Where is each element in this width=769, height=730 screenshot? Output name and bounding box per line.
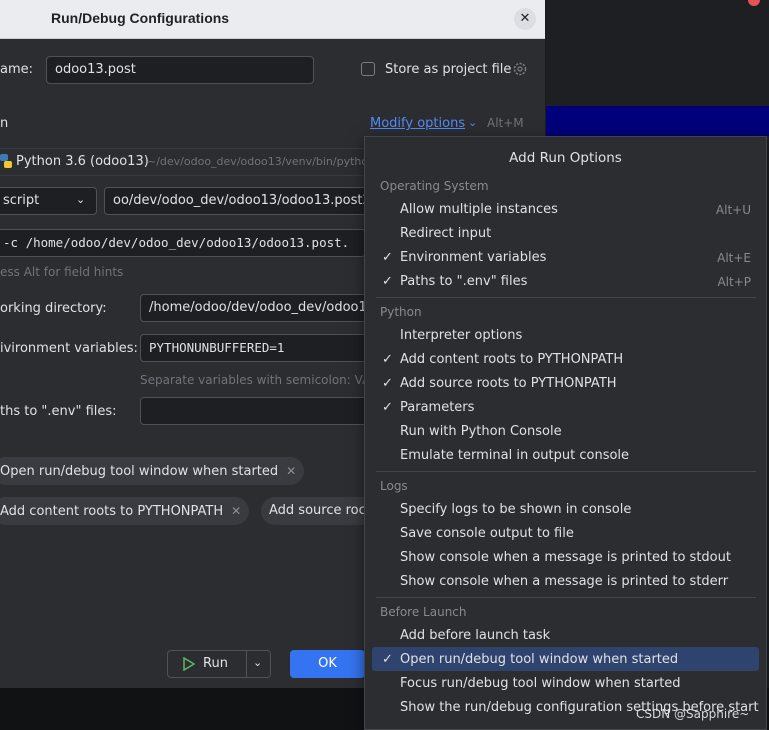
- menu-item-env-files[interactable]: Paths to ".env" files: [400, 274, 527, 289]
- section-python: Python: [380, 305, 422, 319]
- menu-item-environment-variables[interactable]: Environment variables: [400, 250, 546, 265]
- menu-item-content-roots[interactable]: Add content roots to PYTHONPATH: [400, 352, 623, 367]
- chip-label: Add source roc: [269, 503, 366, 518]
- gear-icon[interactable]: [512, 61, 528, 77]
- popup-title: Add Run Options: [509, 150, 622, 166]
- interpreter-path: ~/dev/odoo_dev/odoo13/venv/bin/python: [147, 155, 376, 168]
- run-button-label[interactable]: Run: [203, 656, 228, 671]
- separator: [376, 471, 756, 472]
- parameters-input[interactable]: -c /home/odoo/dev/odoo_dev/odoo13/odoo13…: [0, 229, 366, 257]
- menu-item-parameters[interactable]: Parameters: [400, 400, 474, 415]
- environment-variables-label: ivironment variables:: [0, 341, 138, 356]
- menu-item-save-output[interactable]: Save console output to file: [400, 526, 574, 541]
- chevron-down-icon[interactable]: ⌄: [468, 116, 477, 129]
- check-icon: ✓: [382, 376, 393, 391]
- chevron-down-icon[interactable]: ⌄: [253, 656, 262, 669]
- chevron-down-icon[interactable]: ⌄: [76, 193, 85, 206]
- run-button-divider: [246, 651, 247, 677]
- modify-options-link[interactable]: Modify options: [370, 116, 465, 131]
- chip-open-run-window[interactable]: Open run/debug tool window when started ✕: [0, 457, 305, 485]
- menu-item-redirect-input[interactable]: Redirect input: [400, 226, 491, 241]
- close-icon[interactable]: ✕: [286, 464, 296, 478]
- shortcut-alt-u: Alt+U: [715, 203, 751, 217]
- field-hint: ess Alt for field hints: [0, 265, 124, 279]
- menu-item-allow-multiple[interactable]: Allow multiple instances: [400, 202, 558, 217]
- check-icon: ✓: [382, 250, 393, 265]
- dialog-title: Run/Debug Configurations: [51, 10, 230, 26]
- environment-variables-hint: Separate variables with semicolon: VAR: [140, 373, 379, 387]
- ok-button[interactable]: OK: [290, 650, 365, 678]
- separator: [376, 297, 756, 298]
- name-label: ame:: [0, 62, 34, 77]
- menu-item-python-console[interactable]: Run with Python Console: [400, 424, 562, 439]
- check-icon: ✓: [382, 400, 393, 415]
- name-input[interactable]: odoo13.post: [46, 56, 314, 84]
- store-as-project-label[interactable]: Store as project file: [385, 62, 511, 77]
- shortcut-alt-e: Alt+E: [717, 251, 751, 265]
- working-directory-label: orking directory:: [0, 301, 107, 316]
- menu-item-show-stdout[interactable]: Show console when a message is printed t…: [400, 550, 731, 565]
- close-button[interactable]: ✕: [514, 8, 536, 30]
- close-icon[interactable]: ✕: [231, 504, 241, 518]
- section-before-launch: Before Launch: [380, 605, 467, 619]
- run-section-label: n: [0, 116, 9, 131]
- play-icon: [183, 656, 196, 672]
- menu-item-interpreter-options[interactable]: Interpreter options: [400, 328, 522, 343]
- check-icon: ✓: [382, 652, 393, 667]
- check-icon: ✓: [382, 352, 393, 367]
- env-files-input[interactable]: [140, 397, 374, 425]
- store-as-project-checkbox[interactable]: [361, 62, 375, 76]
- separator: [376, 597, 756, 598]
- environment-variables-input[interactable]: PYTHONUNBUFFERED=1: [140, 334, 374, 362]
- menu-item-specify-logs[interactable]: Specify logs to be shown in console: [400, 502, 631, 517]
- background-editor-area: [545, 0, 769, 106]
- menu-item-emulate-terminal[interactable]: Emulate terminal in output console: [400, 448, 629, 463]
- menu-item-source-roots[interactable]: Add source roots to PYTHONPATH: [400, 376, 617, 391]
- chip-label: Add content roots to PYTHONPATH: [0, 504, 224, 519]
- check-icon: ✓: [382, 274, 393, 289]
- shortcut-alt-p: Alt+P: [717, 275, 751, 289]
- working-directory-input[interactable]: /home/odoo/dev/odoo_dev/odoo1: [140, 294, 374, 322]
- menu-item-focus-run-window[interactable]: Focus run/debug tool window when started: [400, 676, 681, 691]
- interpreter-name: Python 3.6 (odoo13): [16, 154, 149, 169]
- env-files-label: ths to ".env" files:: [0, 404, 117, 419]
- modify-options-shortcut: Alt+M: [487, 116, 524, 130]
- chip-label: Open run/debug tool window when started: [0, 464, 279, 479]
- section-operating-system: Operating System: [380, 179, 489, 193]
- background-highlight-strip: [545, 106, 769, 136]
- menu-item-show-stderr[interactable]: Show console when a message is printed t…: [400, 574, 728, 589]
- menu-item-open-run-window[interactable]: Open run/debug tool window when started: [400, 652, 678, 667]
- python-icon: [0, 153, 12, 169]
- section-logs: Logs: [380, 479, 408, 493]
- menu-item-add-before-launch[interactable]: Add before launch task: [400, 628, 550, 643]
- watermark: CSDN @Sapphire~: [636, 707, 750, 721]
- script-path-input[interactable]: oo/dev/odoo_dev/odoo13/odoo13.post20: [104, 187, 374, 215]
- chip-content-roots[interactable]: Add content roots to PYTHONPATH ✕: [0, 497, 250, 525]
